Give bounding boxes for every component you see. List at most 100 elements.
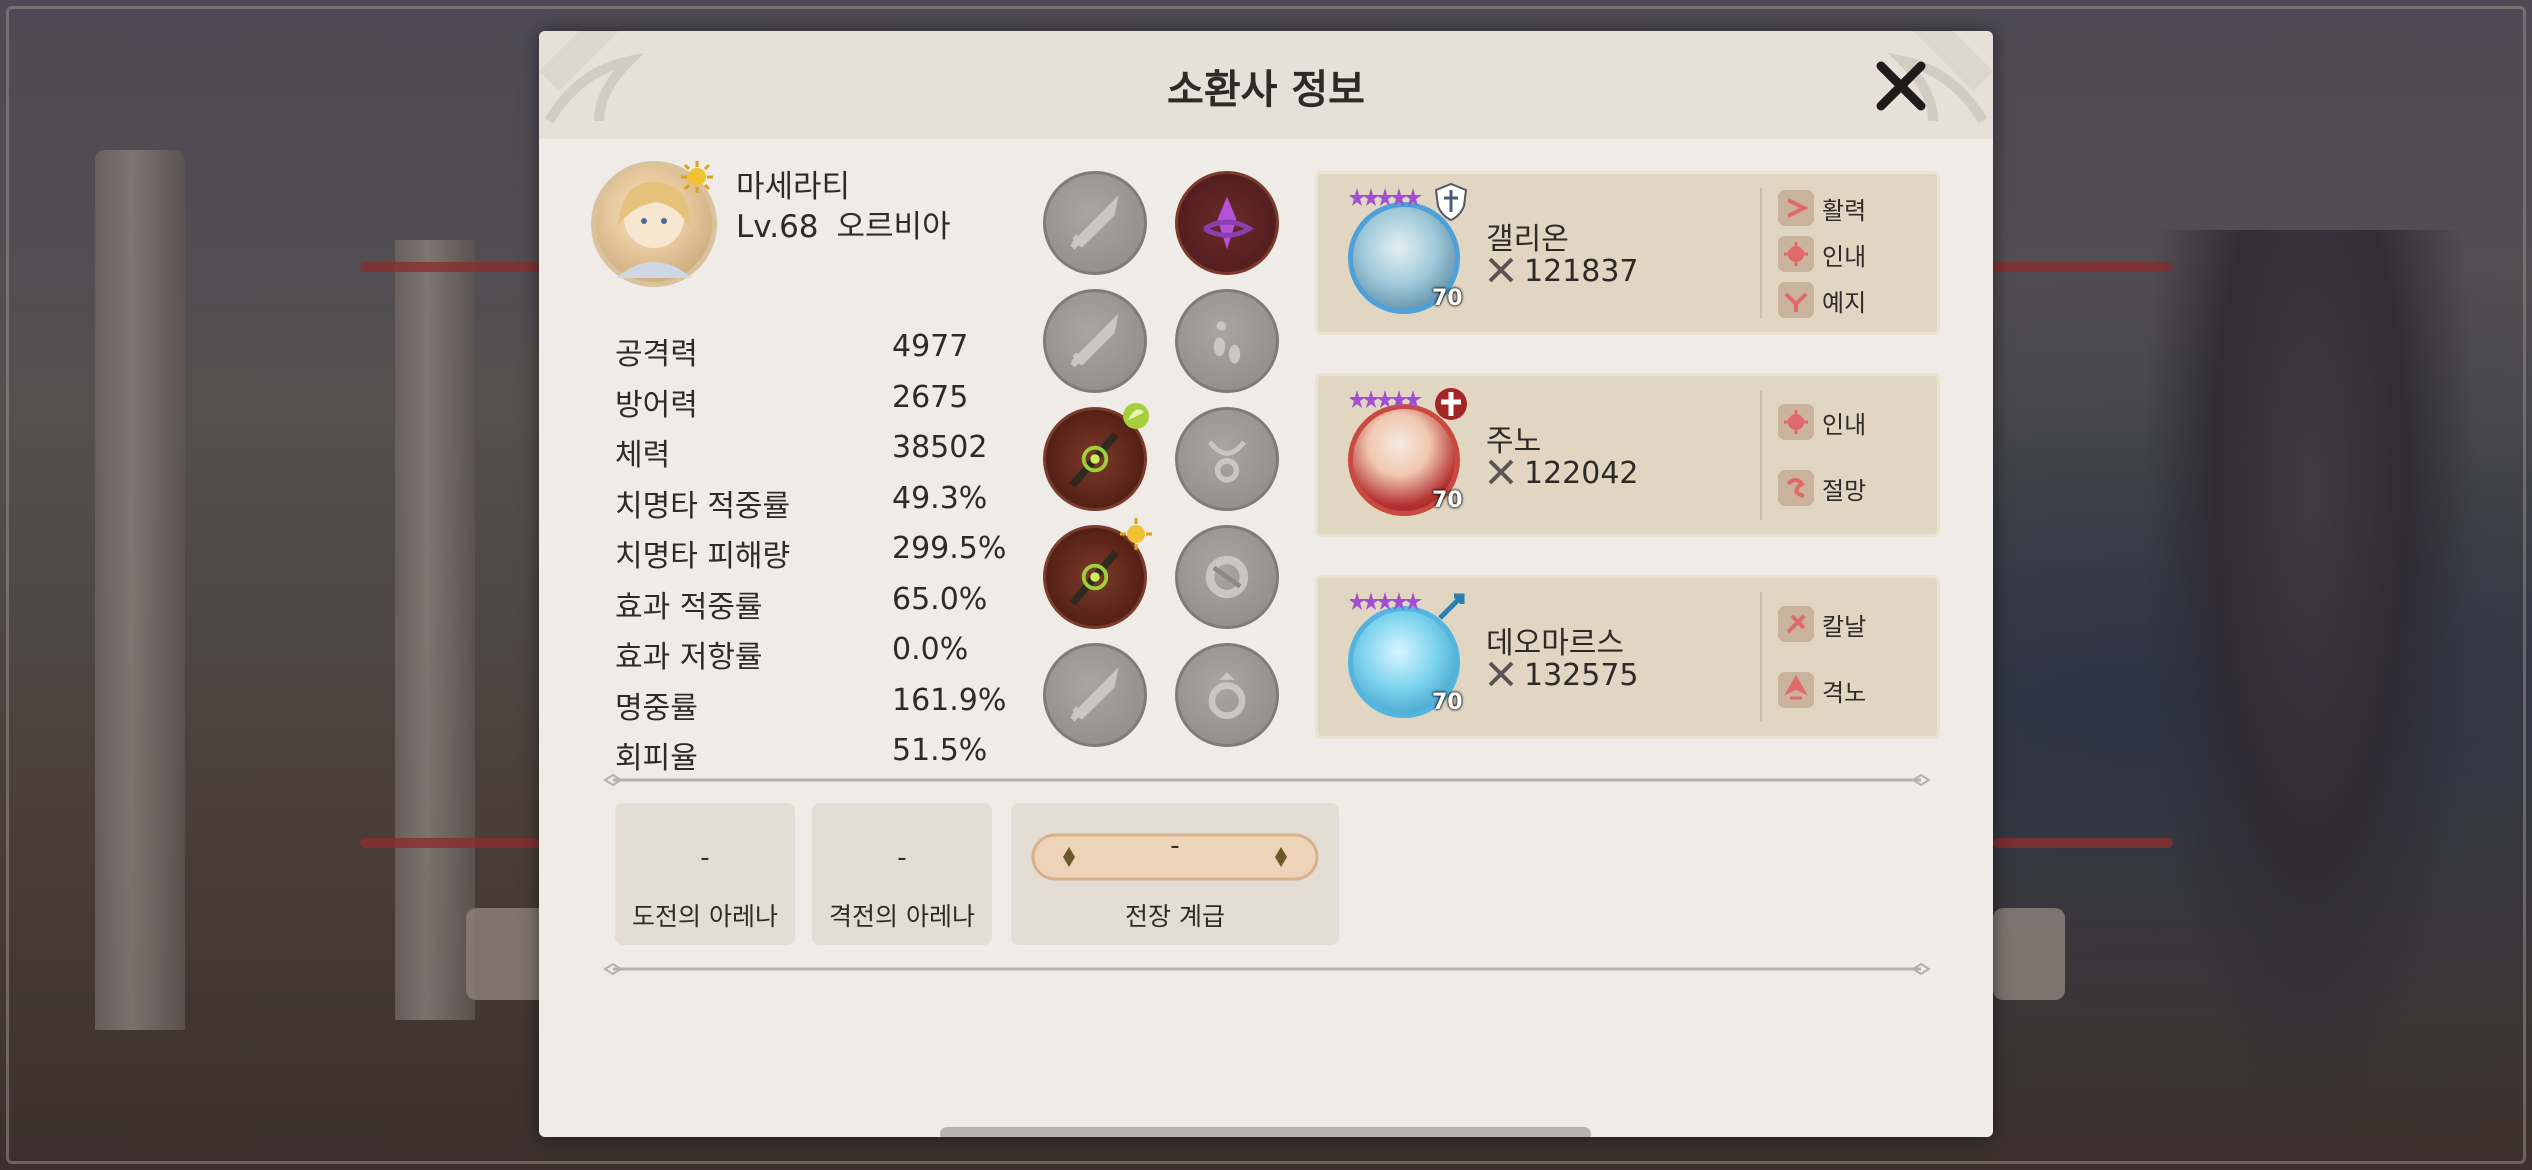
hero-power: 122042 — [1486, 456, 1639, 491]
background-pillar-left — [95, 150, 185, 1030]
bracelet-icon — [1205, 555, 1249, 599]
bracelet-slot-empty[interactable] — [1175, 525, 1279, 629]
stat-row: 공격력 4977 — [615, 329, 1035, 380]
scrollbar[interactable] — [940, 1127, 1591, 1137]
foresight-rune-icon — [1778, 282, 1814, 318]
purple-gem-icon — [1203, 196, 1255, 250]
stat-label: 명중률 — [615, 690, 698, 726]
stat-label: 효과 적중률 — [615, 589, 763, 625]
stat-value: 2675 — [892, 379, 969, 415]
star-rank-icon — [1350, 188, 1422, 206]
stat-label: 방어력 — [615, 387, 698, 423]
star-rank-icon — [1350, 390, 1422, 408]
sword-icon — [1070, 313, 1119, 368]
challenge-arena-value: - — [700, 843, 710, 873]
card-divider — [1760, 188, 1762, 318]
sun-badge-icon — [1120, 518, 1152, 550]
vitality-rune-icon — [1778, 190, 1814, 226]
summoner-level-guild: Lv.68 오르비아 — [736, 201, 951, 246]
necklace-icon — [1208, 440, 1246, 483]
weapon-slot-empty[interactable] — [1043, 643, 1147, 747]
leaf-badge-icon — [1123, 403, 1149, 429]
hero-name: 갤리온 — [1486, 222, 1569, 257]
summoner-name: 마세라티 — [736, 169, 851, 205]
hero-power-value: 122042 — [1524, 456, 1639, 491]
stat-value: 299.5% — [892, 531, 1007, 566]
background-banner-bottom — [360, 838, 540, 848]
weapon-slot-empty[interactable] — [1043, 171, 1147, 275]
earring-slot-empty[interactable] — [1175, 289, 1279, 393]
stat-label: 치명타 적중률 — [615, 488, 791, 524]
challenge-arena-label: 도전의 아레나 — [632, 902, 778, 931]
stat-row: 효과 적중률 65.0% — [615, 582, 1035, 633]
crossed-swords-icon — [1488, 661, 1514, 687]
hero-card[interactable]: 70 갤리온 121837 활력 인내 예지 — [1315, 171, 1940, 335]
blade-rune-icon — [1778, 606, 1814, 642]
stat-row: 치명타 피해량 299.5% — [615, 531, 1035, 582]
hero-card[interactable]: 70 데오마르스 132575 칼날 격노 — [1315, 575, 1940, 739]
background-button-right — [1993, 908, 2065, 1000]
stat-value: 49.3% — [892, 480, 988, 516]
star-rank-icon — [1350, 592, 1422, 610]
rune-set-label: 인내 — [1822, 243, 1867, 271]
hero-power-value: 132575 — [1524, 658, 1639, 693]
divider-line — [603, 774, 1931, 786]
ranger-class-icon — [1438, 593, 1465, 620]
summoner-guild: 오르비아 — [836, 209, 951, 245]
sun-badge-icon — [681, 161, 713, 193]
hero-power: 132575 — [1486, 658, 1639, 693]
endurance-rune-icon — [1778, 404, 1814, 440]
stat-value: 38502 — [892, 430, 988, 465]
background-pillar-inner — [395, 240, 475, 1020]
close-icon[interactable] — [1871, 56, 1931, 116]
background-banner-top — [360, 262, 540, 272]
sword-icon — [1070, 667, 1119, 722]
hero-card[interactable]: 70 주노 122042 인내 절망 — [1315, 373, 1940, 537]
stat-value: 0.0% — [892, 632, 969, 667]
stat-label: 공격력 — [615, 337, 698, 372]
accessory-slot-equipped[interactable] — [1175, 171, 1279, 275]
ring-icon — [1208, 672, 1246, 720]
stat-value: 65.0% — [892, 581, 988, 617]
despair-rune-icon — [1778, 470, 1814, 506]
hero-power: 121837 — [1486, 254, 1639, 289]
battlefield-rank-box[interactable]: - 전장 계급 — [1011, 803, 1339, 945]
summoner-level: Lv.68 — [736, 209, 819, 245]
hero-level: 70 — [1432, 286, 1463, 311]
crossed-swords-icon — [1488, 459, 1514, 485]
hero-name: 주노 — [1486, 424, 1542, 459]
stat-label: 효과 저항률 — [615, 640, 763, 675]
rune-set-label: 절망 — [1822, 477, 1867, 505]
rune-set-label: 인내 — [1822, 411, 1867, 439]
stat-row: 방어력 2675 — [615, 380, 1035, 431]
fierce-arena-box[interactable]: - 격전의 아레나 — [812, 803, 992, 945]
crossed-swords-icon — [1488, 257, 1514, 283]
necklace-slot-empty[interactable] — [1175, 407, 1279, 511]
stat-row: 효과 저항률 0.0% — [615, 632, 1035, 683]
rune-set-label: 격노 — [1822, 679, 1867, 707]
earring-icon — [1213, 321, 1241, 364]
ring-slot-empty[interactable] — [1175, 643, 1279, 747]
fierce-arena-value: - — [897, 843, 907, 873]
weapon-slot-empty[interactable] — [1043, 289, 1147, 393]
rune-set-label: 칼날 — [1822, 613, 1867, 641]
defender-class-icon — [1434, 182, 1468, 222]
stat-list: 공격력 4977 방어력 2675 체력 38502 치명타 적중률 49.3% 치명타… — [615, 329, 1035, 784]
summoner-info-dialog: 소환사 정보 마세라티 Lv.68 오르비아 공격력 4977 방어력 2675 체력… — [539, 31, 1993, 1137]
stat-row: 치명타 적중률 49.3% — [615, 481, 1035, 532]
background-character — [2140, 230, 2480, 1130]
sword-icon — [1070, 195, 1119, 250]
stat-row: 명중률 161.9% — [615, 683, 1035, 734]
challenge-arena-box[interactable]: - 도전의 아레나 — [615, 803, 795, 945]
endurance-rune-icon — [1778, 236, 1814, 272]
stat-label: 치명타 피해량 — [615, 539, 791, 574]
fierce-arena-label: 격전의 아레나 — [829, 902, 975, 931]
stat-label: 회피율 — [615, 741, 698, 776]
healer-class-icon — [1435, 388, 1467, 420]
stat-value: 161.9% — [892, 682, 1007, 718]
stat-value: 4977 — [892, 329, 969, 364]
hero-level: 70 — [1432, 488, 1463, 513]
card-divider — [1760, 390, 1762, 520]
dialog-header: 소환사 정보 — [539, 31, 1993, 139]
rune-set-label: 예지 — [1822, 289, 1867, 317]
